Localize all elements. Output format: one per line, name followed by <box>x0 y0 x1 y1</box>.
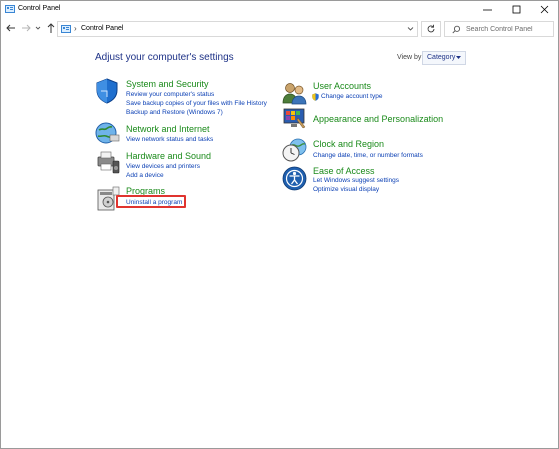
link-backup-restore[interactable]: Backup and Restore (Windows 7) <box>126 109 223 116</box>
chevron-down-icon[interactable] <box>407 26 414 32</box>
breadcrumb-separator-icon: › <box>74 24 77 33</box>
link-network-status[interactable]: View network status and tasks <box>126 136 213 143</box>
breadcrumb-control-panel[interactable]: Control Panel <box>81 25 123 32</box>
recent-locations-button[interactable] <box>34 21 42 35</box>
link-file-history[interactable]: Save backup copies of your files with Fi… <box>126 100 267 107</box>
refresh-button[interactable] <box>421 21 441 37</box>
category-title[interactable]: Clock and Region <box>313 139 384 149</box>
control-panel-icon <box>5 5 15 13</box>
maximize-button[interactable] <box>503 1 531 18</box>
category-title[interactable]: Network and Internet <box>126 124 210 134</box>
view-by-label: View by: <box>397 54 424 61</box>
caret-down-icon <box>456 56 461 59</box>
navigation-bar: › Control Panel <box>1 19 558 39</box>
users-icon <box>282 83 307 105</box>
monitor-palette-icon <box>283 108 306 129</box>
up-button[interactable] <box>45 21 57 35</box>
window-title: Control Panel <box>18 5 61 12</box>
uac-shield-icon <box>312 93 319 101</box>
search-input[interactable] <box>466 23 548 35</box>
ease-of-access-icon <box>282 166 307 191</box>
maximize-icon <box>512 5 521 14</box>
shield-icon <box>96 78 118 104</box>
refresh-icon <box>427 24 435 33</box>
minimize-button[interactable] <box>474 1 502 18</box>
clock-globe-icon <box>282 138 307 162</box>
search-icon <box>452 25 461 34</box>
close-button[interactable] <box>531 1 559 18</box>
category-title[interactable]: Hardware and Sound <box>126 151 211 161</box>
chevron-down-icon <box>35 26 41 30</box>
category-title[interactable]: System and Security <box>126 79 209 89</box>
category-title[interactable]: Appearance and Personalization <box>313 114 443 124</box>
arrow-up-icon <box>47 23 55 33</box>
minimize-icon <box>483 9 492 11</box>
link-add-device[interactable]: Add a device <box>126 172 164 179</box>
arrow-right-icon <box>22 24 31 32</box>
control-panel-icon <box>61 25 71 33</box>
link-windows-suggest-settings[interactable]: Let Windows suggest settings <box>313 177 399 184</box>
link-devices-printers[interactable]: View devices and printers <box>126 163 200 170</box>
globe-network-icon <box>95 122 120 144</box>
uninstall-highlight-box <box>116 195 186 208</box>
back-button[interactable] <box>5 21 17 35</box>
address-bar[interactable]: › Control Panel <box>57 21 418 37</box>
control-panel-window: Control Panel › Control Panel Search Con… <box>0 0 559 449</box>
link-optimize-visual-display[interactable]: Optimize visual display <box>313 186 379 193</box>
title-bar[interactable]: Control Panel <box>1 1 558 18</box>
link-change-account-type[interactable]: Change account type <box>321 93 382 100</box>
forward-button[interactable] <box>20 21 32 35</box>
printer-speaker-icon <box>97 151 120 174</box>
view-by-value: Category <box>427 54 456 61</box>
close-icon <box>540 5 549 14</box>
link-review-status[interactable]: Review your computer's status <box>126 91 214 98</box>
category-title[interactable]: User Accounts <box>313 81 371 91</box>
page-title: Adjust your computer's settings <box>95 52 234 63</box>
view-by-dropdown[interactable]: Category <box>422 51 466 65</box>
search-box[interactable] <box>444 21 554 37</box>
arrow-left-icon <box>6 24 15 32</box>
category-title[interactable]: Ease of Access <box>313 166 375 176</box>
link-date-time-formats[interactable]: Change date, time, or number formats <box>313 152 423 159</box>
